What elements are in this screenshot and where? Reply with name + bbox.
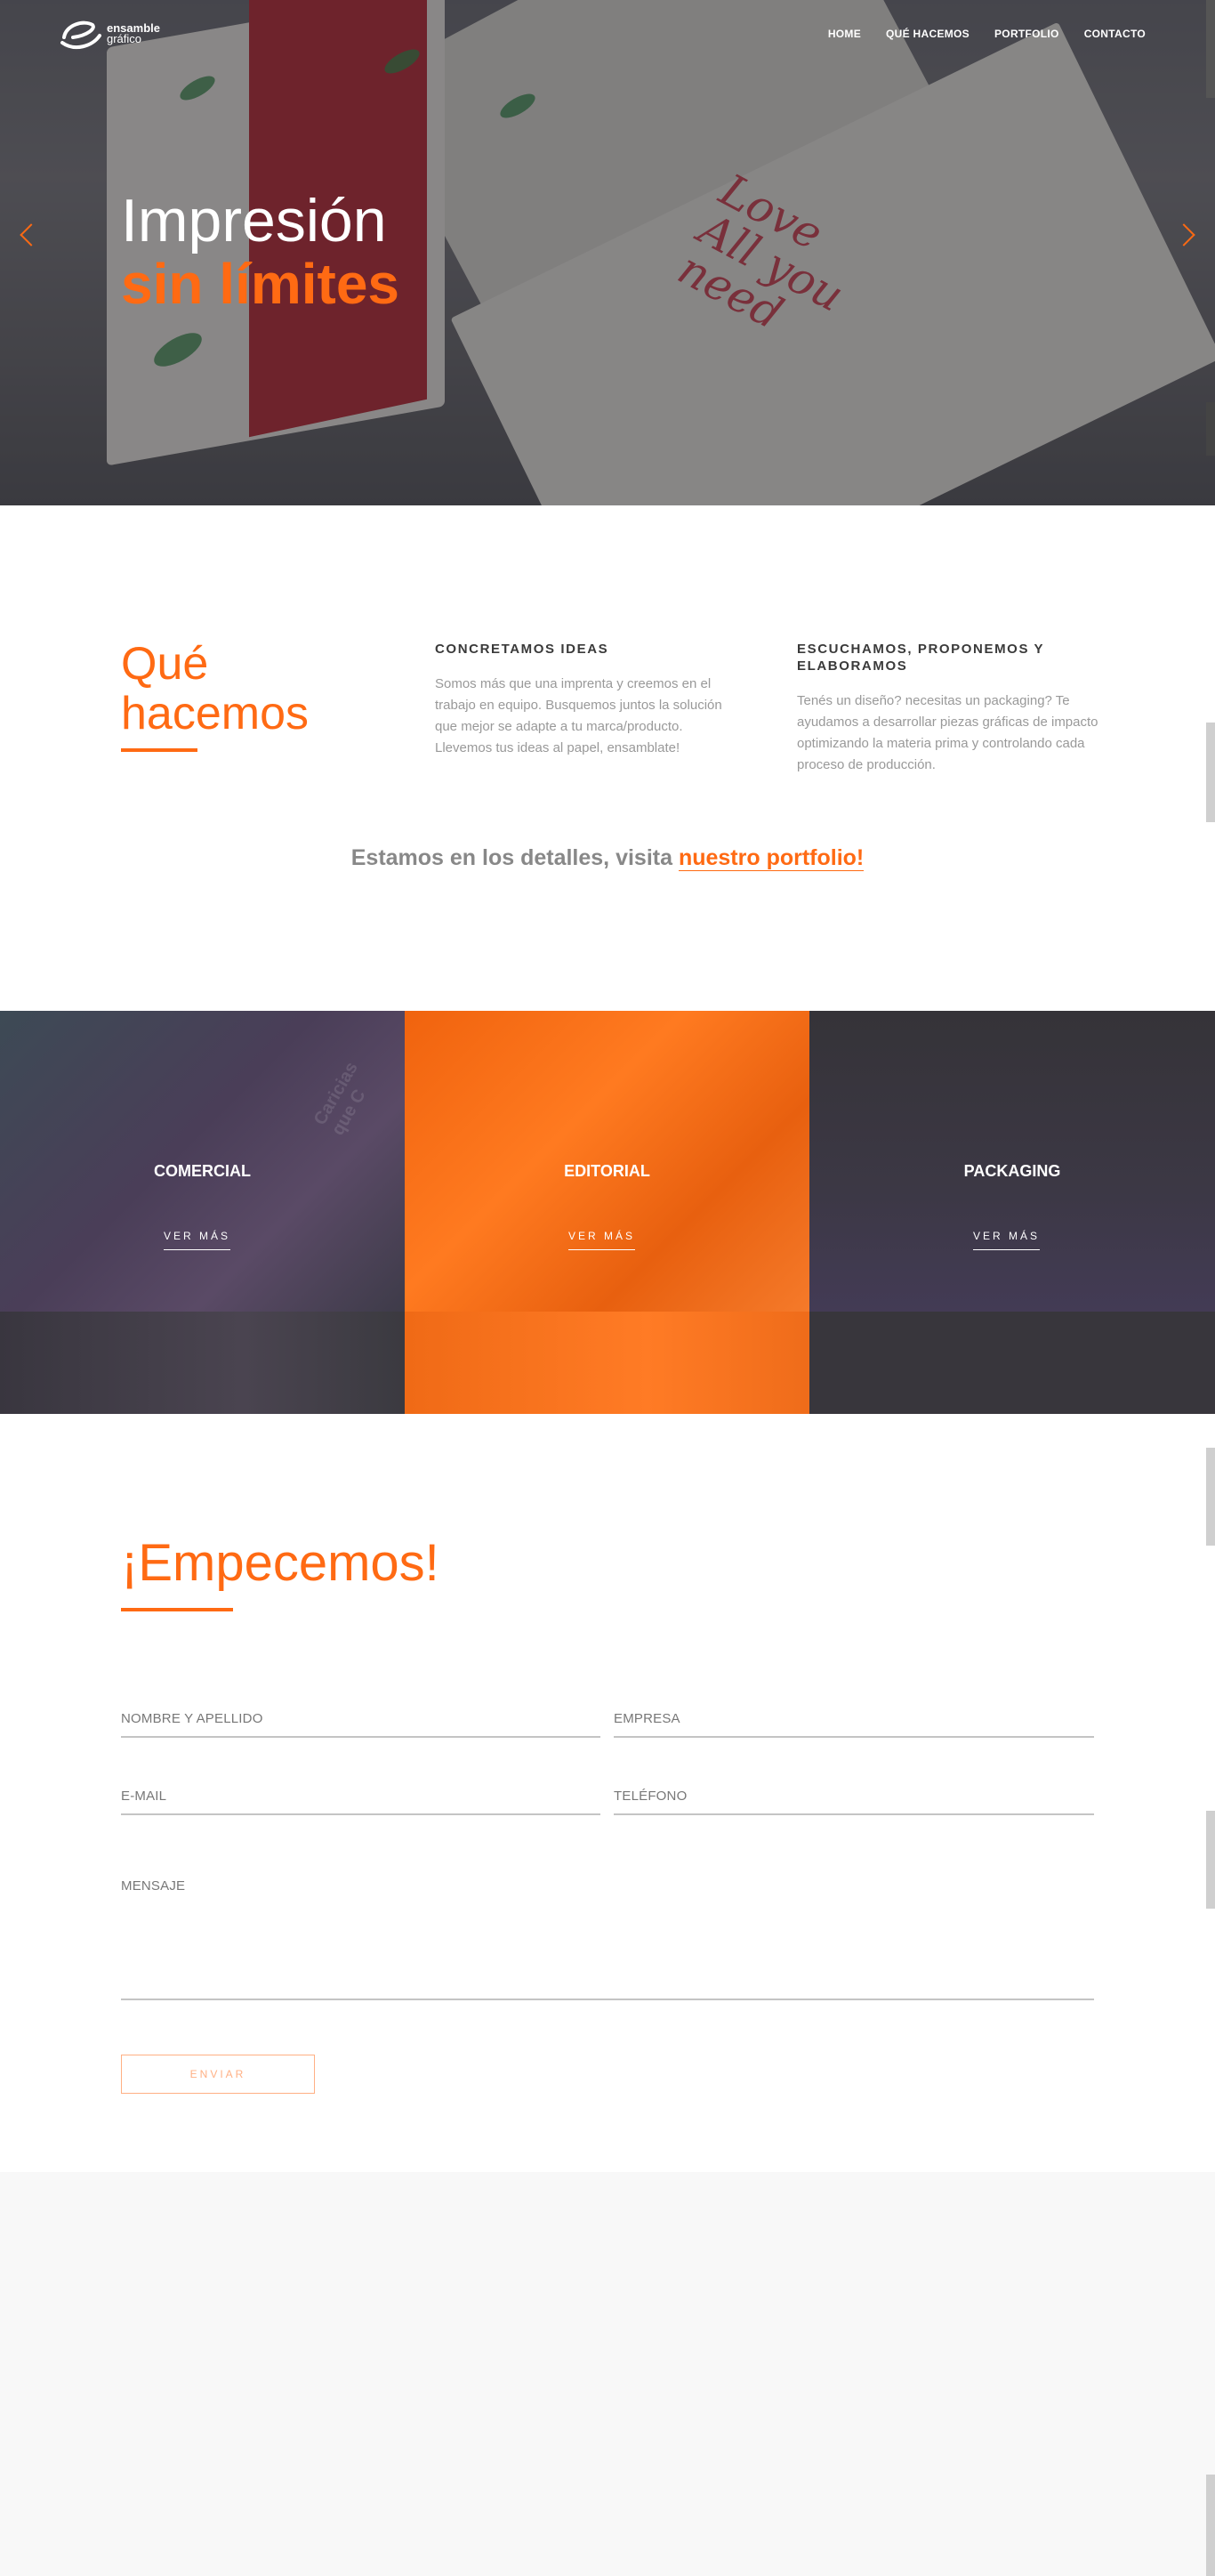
column-text: Tenés un diseño? necesitas un packaging?… — [797, 693, 1098, 772]
company-input[interactable] — [614, 1699, 1094, 1726]
message-textarea[interactable] — [121, 1878, 1094, 2030]
logo-line2: gráfico — [107, 32, 142, 45]
company-field — [614, 1699, 1094, 1738]
email-input[interactable] — [121, 1776, 600, 1804]
column-heading: ESCUCHAMOS, PROPONEMOS Y ELABORAMOS — [797, 642, 1044, 674]
contact-section: ¡Empecemos! ENVIAR — [0, 1414, 1215, 2172]
category-ver-mas-button[interactable]: VER MÁS — [164, 1230, 231, 1250]
name-input[interactable] — [121, 1699, 600, 1726]
message-field — [121, 1878, 1094, 2030]
side-tab — [1206, 723, 1215, 822]
side-tab — [1206, 1811, 1215, 1909]
nav-que-hacemos[interactable]: QUÉ HACEMOS — [886, 28, 970, 40]
phone-input[interactable] — [614, 1776, 1094, 1804]
portfolio-link[interactable]: nuestro portfolio! — [678, 845, 865, 871]
nav-contacto[interactable]: CONTACTO — [1084, 28, 1146, 40]
email-field — [121, 1776, 600, 1815]
footer-area — [0, 2172, 1215, 2576]
category-editorial[interactable]: EDITORIAL VER MÁS — [405, 1011, 809, 1414]
phone-field — [614, 1776, 1094, 1815]
about-title: Qué hacemos — [121, 639, 309, 739]
category-tile-bottom — [809, 1312, 1215, 1414]
category-label: PACKAGING — [963, 1162, 1061, 1180]
nav-portfolio[interactable]: PORTFOLIO — [994, 28, 1059, 40]
portfolio-callout-text: Estamos en los detalles, visita — [350, 845, 679, 870]
category-tile-bottom — [0, 1312, 405, 1414]
contact-title-underline — [121, 1608, 233, 1611]
category-tile-bg — [405, 1011, 809, 1312]
category-label: COMERCIAL — [154, 1162, 251, 1180]
category-comercial[interactable]: Caricias que C COMERCIAL VER MÁS — [0, 1011, 405, 1414]
category-ver-mas-button[interactable]: VER MÁS — [568, 1230, 636, 1250]
column-text: Somos más que una imprenta y creemos en … — [435, 676, 722, 755]
logo-text: ensamble gráfico — [107, 22, 160, 45]
side-tab — [1206, 2475, 1215, 2576]
about-section: Qué hacemos CONCRETAMOS IDEAS Somos más … — [0, 505, 1215, 1011]
about-title-line1: Qué — [121, 638, 209, 690]
about-column-2: ESCUCHAMOS, PROPONEMOS Y ELABORAMOS Tené… — [797, 641, 1099, 776]
side-tab — [1206, 1448, 1215, 1546]
send-button[interactable]: ENVIAR — [121, 2055, 315, 2094]
name-field — [121, 1699, 600, 1738]
contact-title: ¡Empecemos! — [121, 1534, 439, 1592]
about-title-underline — [121, 748, 197, 752]
category-tile-bottom — [405, 1312, 809, 1414]
category-packaging[interactable]: PACKAGING VER MÁS — [809, 1011, 1215, 1414]
side-tab — [1206, 402, 1215, 456]
category-label: EDITORIAL — [564, 1162, 650, 1180]
about-title-line2: hacemos — [121, 688, 309, 739]
about-column-1: CONCRETAMOS IDEAS Somos más que una impr… — [435, 641, 728, 759]
hero-title-line1: Impresión — [121, 187, 387, 254]
column-heading: CONCRETAMOS IDEAS — [435, 642, 609, 657]
category-tile-bg — [809, 1011, 1215, 1312]
category-ver-mas-button[interactable]: VER MÁS — [973, 1230, 1041, 1250]
main-nav: HOME QUÉ HACEMOS PORTFOLIO CONTACTO — [828, 28, 1146, 40]
hero-title: Impresión sin límites — [121, 189, 399, 315]
categories-section: Caricias que C COMERCIAL VER MÁS EDITORI… — [0, 1011, 1215, 1414]
nav-home[interactable]: HOME — [828, 28, 861, 40]
logo[interactable]: ensamble gráfico — [57, 16, 160, 52]
side-tab — [1206, 0, 1215, 98]
hero-title-line2: sin límites — [121, 252, 399, 316]
portfolio-callout: Estamos en los detalles, visita nuestro … — [0, 845, 1215, 871]
hero-section: Love All you need ensamble gráfico HOME QU… — [0, 0, 1215, 505]
logo-mark-icon — [57, 16, 101, 52]
category-tile-bg — [0, 1011, 405, 1312]
